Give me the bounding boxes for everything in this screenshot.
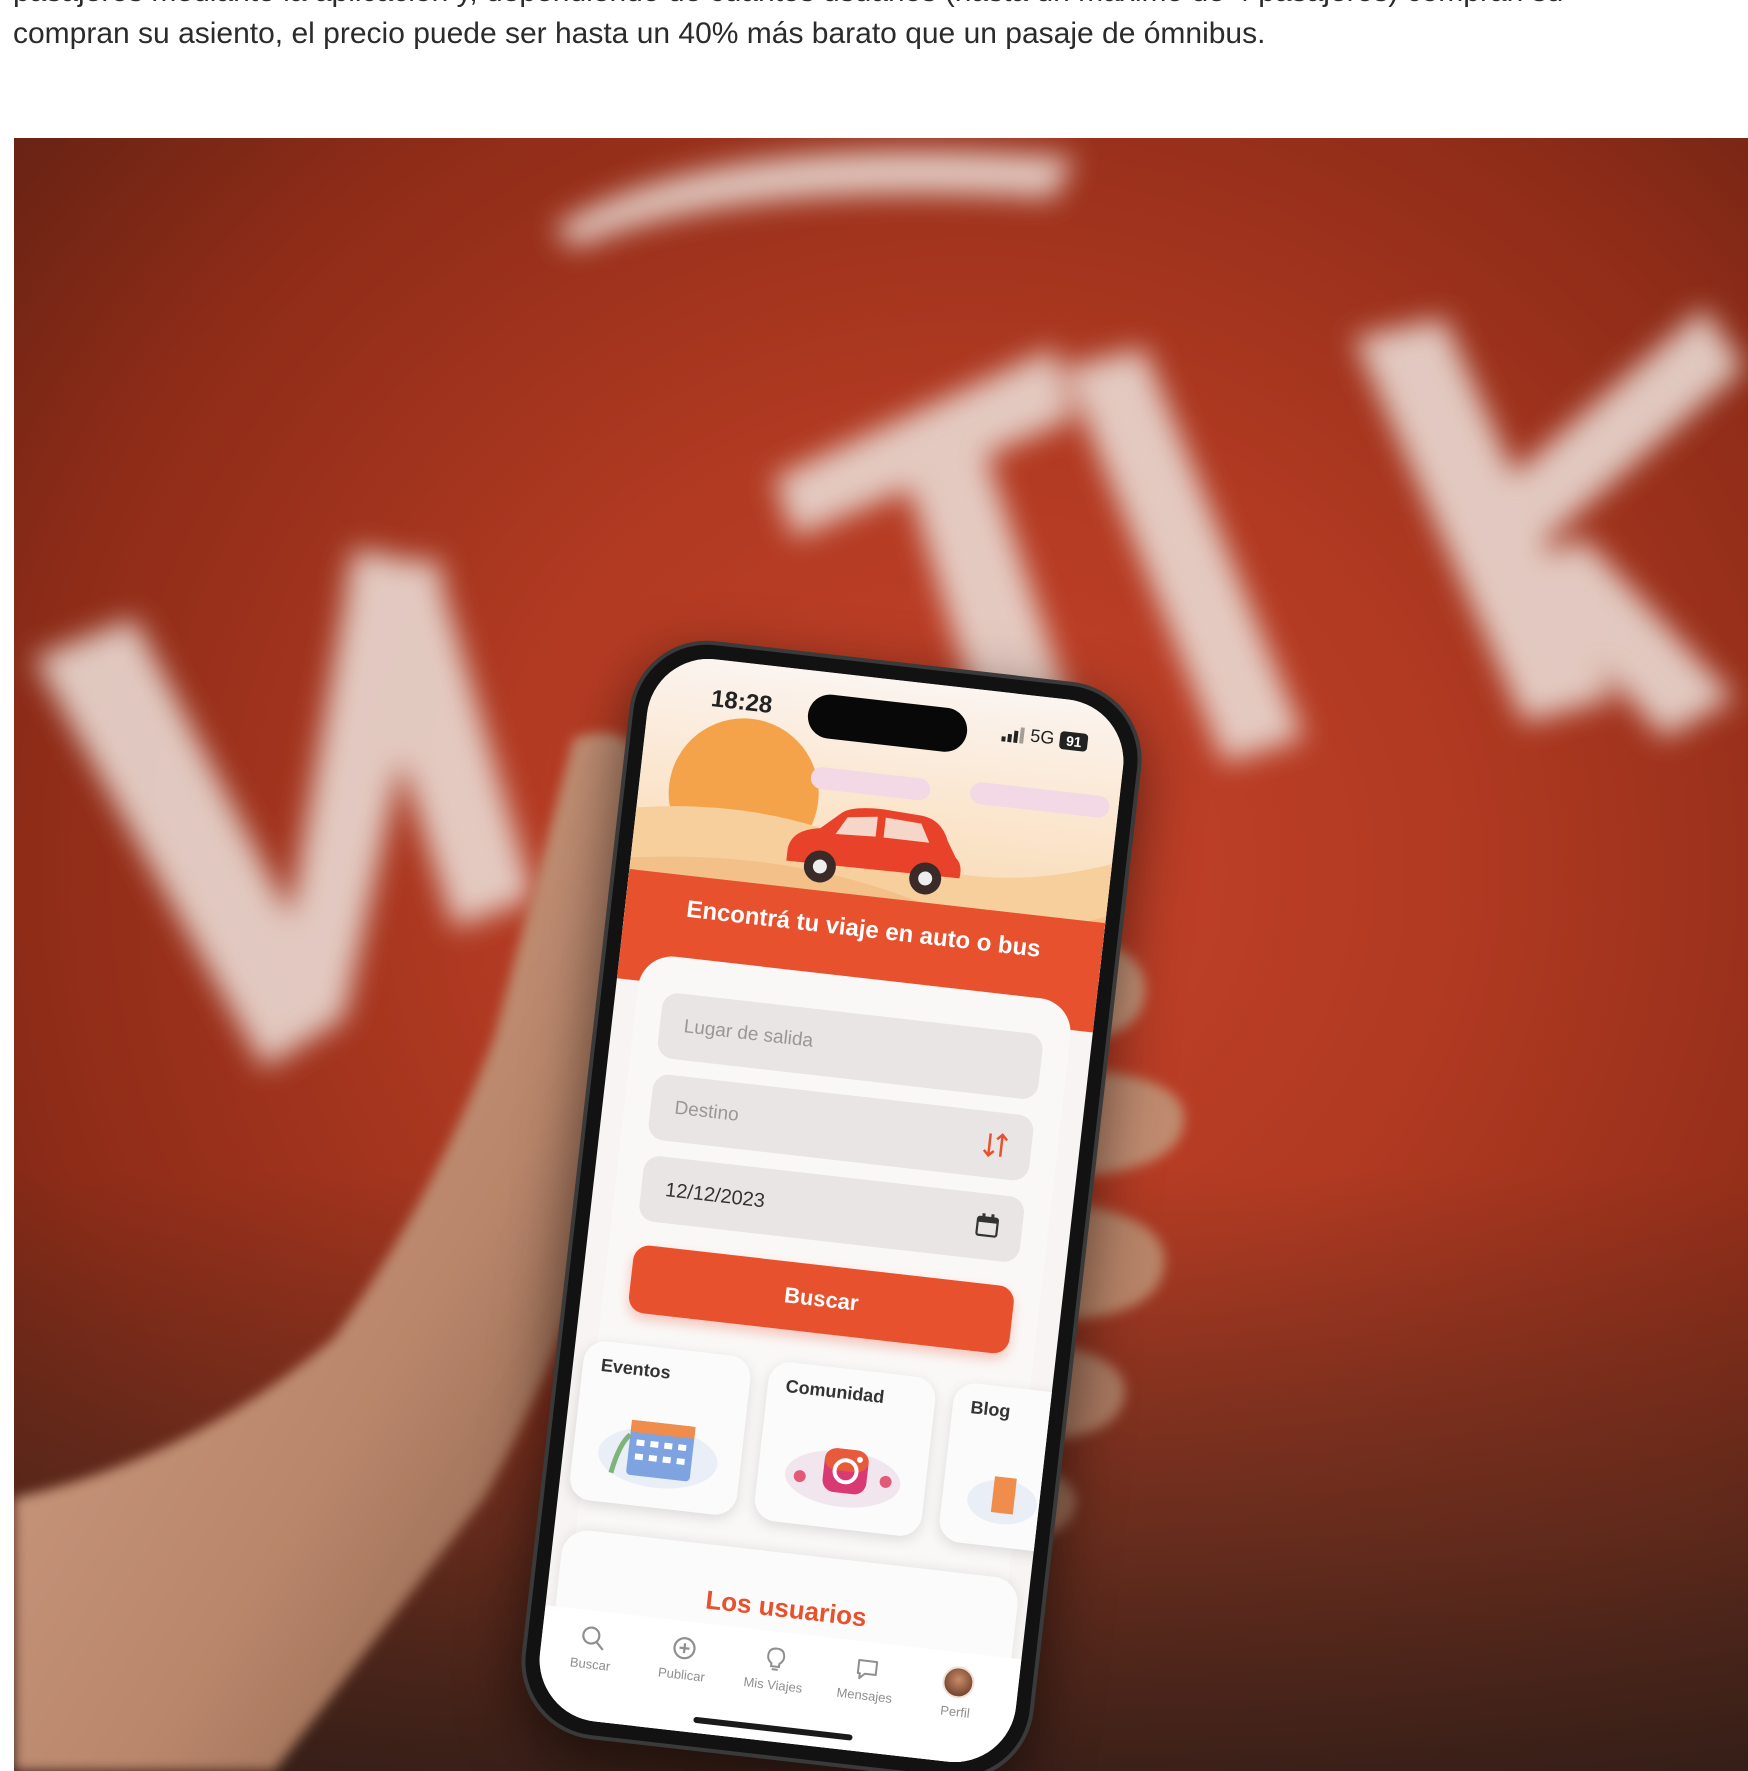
swap-icon[interactable]	[980, 1129, 1011, 1162]
article-line: compran su asiento, el precio puede ser …	[13, 17, 1266, 50]
tab-label: Publicar	[657, 1664, 706, 1685]
tile-comunidad[interactable]: Comunidad	[752, 1360, 938, 1539]
article-paragraph: pasajeros mediante la aplicación y, depe…	[13, 0, 1733, 70]
destination-placeholder: Destino	[673, 1097, 740, 1126]
calendar-icon[interactable]	[973, 1210, 1002, 1241]
plus-circle-icon	[673, 1637, 696, 1660]
tile-label: Eventos	[599, 1354, 672, 1383]
tile-label: Comunidad	[784, 1376, 886, 1408]
calendar-icon	[598, 1419, 718, 1489]
network-label: 5G	[1029, 725, 1056, 749]
avatar	[940, 1664, 977, 1701]
search-icon	[582, 1626, 604, 1651]
tab-label: Mis Viajes	[742, 1674, 804, 1696]
battery-icon: 91	[1059, 730, 1089, 752]
search-button[interactable]: Buscar	[627, 1243, 1016, 1355]
tab-mensajes[interactable]: Mensajes	[819, 1651, 914, 1708]
tab-mis-viajes[interactable]: Mis Viajes	[727, 1641, 822, 1698]
article-photo: 18:28 5G 91 Encontrá tu viaje en auto o …	[14, 138, 1748, 1771]
tab-buscar[interactable]: Buscar	[545, 1620, 640, 1677]
signal-icon	[1001, 725, 1026, 744]
tab-label: Perfil	[939, 1702, 971, 1721]
tile-label: Blog	[969, 1397, 1012, 1422]
tab-publicar[interactable]: Publicar	[636, 1630, 731, 1687]
lightbulb-icon	[767, 1647, 786, 1671]
tab-label: Buscar	[569, 1654, 612, 1674]
tile-eventos[interactable]: Eventos	[567, 1339, 753, 1518]
tab-label: Mensajes	[835, 1684, 893, 1706]
tab-perfil[interactable]: Perfil	[909, 1661, 1004, 1724]
date-value: 12/12/2023	[664, 1179, 766, 1213]
chat-icon	[856, 1659, 879, 1680]
instagram-icon	[784, 1448, 901, 1508]
